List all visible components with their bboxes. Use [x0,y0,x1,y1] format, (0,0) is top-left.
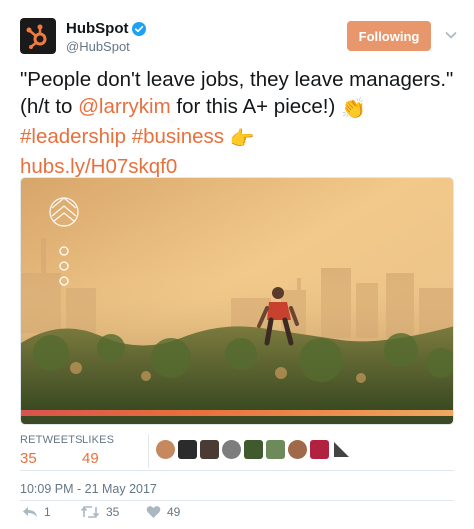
reply-count: 1 [44,505,51,519]
tweet-actions: 1 35 49 [20,505,454,525]
tweet-text-part: for this A+ piece!) [170,95,342,118]
reply-button[interactable]: 1 [22,505,51,519]
tweet-stats: RETWEETS 35 LIKES 49 [20,434,454,468]
liker-avatar[interactable] [266,440,285,459]
clapping-hands-emoji: 👏 [341,98,366,120]
liker-avatar[interactable] [332,440,351,459]
liker-avatar[interactable] [288,440,307,459]
avatar[interactable] [20,18,56,54]
liker-avatars [156,440,351,459]
like-count: 49 [167,505,181,519]
following-button[interactable]: Following [347,21,431,51]
likes-count: 49 [82,450,99,467]
stats-divider [148,434,149,468]
chevron-down-icon[interactable] [444,28,458,42]
account-handle[interactable]: @HubSpot [66,39,146,54]
like-button[interactable]: 49 [146,505,180,519]
liker-avatar[interactable] [222,440,241,459]
retweets-label: RETWEETS [20,434,83,446]
tweet-media-image[interactable] [20,177,454,425]
mention-link[interactable]: @larrykim [78,95,171,118]
hubspot-logo-icon [26,24,47,49]
retweet-button[interactable]: 35 [80,505,119,519]
retweet-count: 35 [106,505,120,519]
liker-avatar[interactable] [178,440,197,459]
reply-icon [23,507,37,517]
liker-avatar[interactable] [244,440,263,459]
liker-avatar[interactable] [310,440,329,459]
likes-stat[interactable]: LIKES 49 [82,434,114,467]
retweet-icon [80,506,100,518]
liker-avatar[interactable] [200,440,219,459]
liker-avatar[interactable] [156,440,175,459]
divider [20,470,454,471]
pointing-right-emoji: 👉 [229,128,255,150]
verified-badge-icon [132,21,147,36]
tweet-text: "People don't leave jobs, they leave man… [20,66,460,180]
likes-label: LIKES [82,434,115,446]
retweets-count: 35 [20,450,37,467]
hashtag-business[interactable]: #business [132,125,224,148]
retweets-stat[interactable]: RETWEETS 35 [20,434,83,467]
tweet-url-link[interactable]: hubs.ly/H07skqf0 [20,155,177,178]
divider [20,500,454,501]
tweet-timestamp[interactable]: 10:09 PM - 21 May 2017 [20,482,157,496]
heart-icon [146,506,161,518]
display-name[interactable]: HubSpot [66,20,128,37]
tweet-header: HubSpot @HubSpot Following [20,18,460,58]
hashtag-leadership[interactable]: #leadership [20,125,126,148]
account-names: HubSpot @HubSpot [66,20,147,54]
